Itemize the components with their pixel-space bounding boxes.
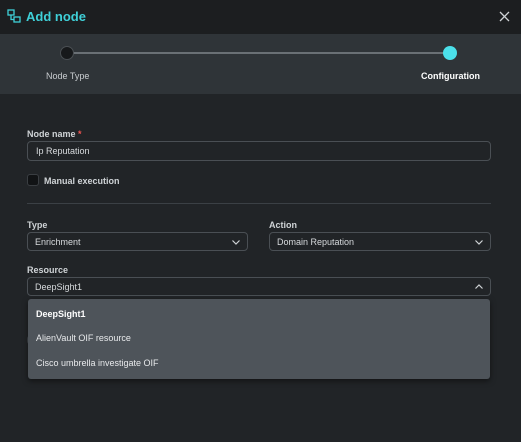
required-mark: * xyxy=(78,129,82,139)
type-select[interactable]: Enrichment xyxy=(27,232,248,251)
resource-option-alienvault[interactable]: AlienVault OIF resource xyxy=(36,333,131,343)
resource-value: DeepSight1 xyxy=(35,282,83,292)
step-node-type-dot[interactable] xyxy=(60,46,74,60)
manual-execution-label[interactable]: Manual execution xyxy=(44,176,120,186)
type-value: Enrichment xyxy=(35,237,81,247)
resource-option-cisco-umbrella[interactable]: Cisco umbrella investigate OIF xyxy=(36,358,159,368)
step-configuration-dot[interactable] xyxy=(443,46,457,60)
resource-dropdown-menu: DeepSight1 AlienVault OIF resource Cisco… xyxy=(28,299,490,379)
manual-execution-checkbox[interactable] xyxy=(27,174,39,186)
action-select[interactable]: Domain Reputation xyxy=(269,232,491,251)
resource-label: Resource xyxy=(27,265,69,275)
chevron-down-icon xyxy=(475,240,483,245)
step-configuration-label[interactable]: Configuration xyxy=(421,71,480,81)
node-name-label: Node name * xyxy=(27,129,82,139)
type-label: Type xyxy=(27,220,48,230)
node-name-value: Ip Reputation xyxy=(36,146,90,156)
chevron-down-icon xyxy=(232,240,240,245)
add-node-dialog: Add node Node Type Configuration Node na… xyxy=(0,0,521,442)
resource-select[interactable]: DeepSight1 xyxy=(27,277,491,296)
resource-option-deepsight1[interactable]: DeepSight1 xyxy=(36,309,86,319)
stepper-track xyxy=(67,52,450,54)
divider xyxy=(27,203,491,204)
dialog-title: Add node xyxy=(26,9,86,24)
step-node-type-label[interactable]: Node Type xyxy=(46,71,89,81)
dialog-header: Add node xyxy=(0,0,521,34)
node-name-input[interactable]: Ip Reputation xyxy=(27,141,491,161)
action-label: Action xyxy=(269,220,297,230)
node-icon xyxy=(7,9,21,23)
chevron-up-icon xyxy=(475,284,483,289)
action-value: Domain Reputation xyxy=(277,237,355,247)
close-icon[interactable] xyxy=(498,10,511,23)
stepper: Node Type Configuration xyxy=(0,34,521,94)
